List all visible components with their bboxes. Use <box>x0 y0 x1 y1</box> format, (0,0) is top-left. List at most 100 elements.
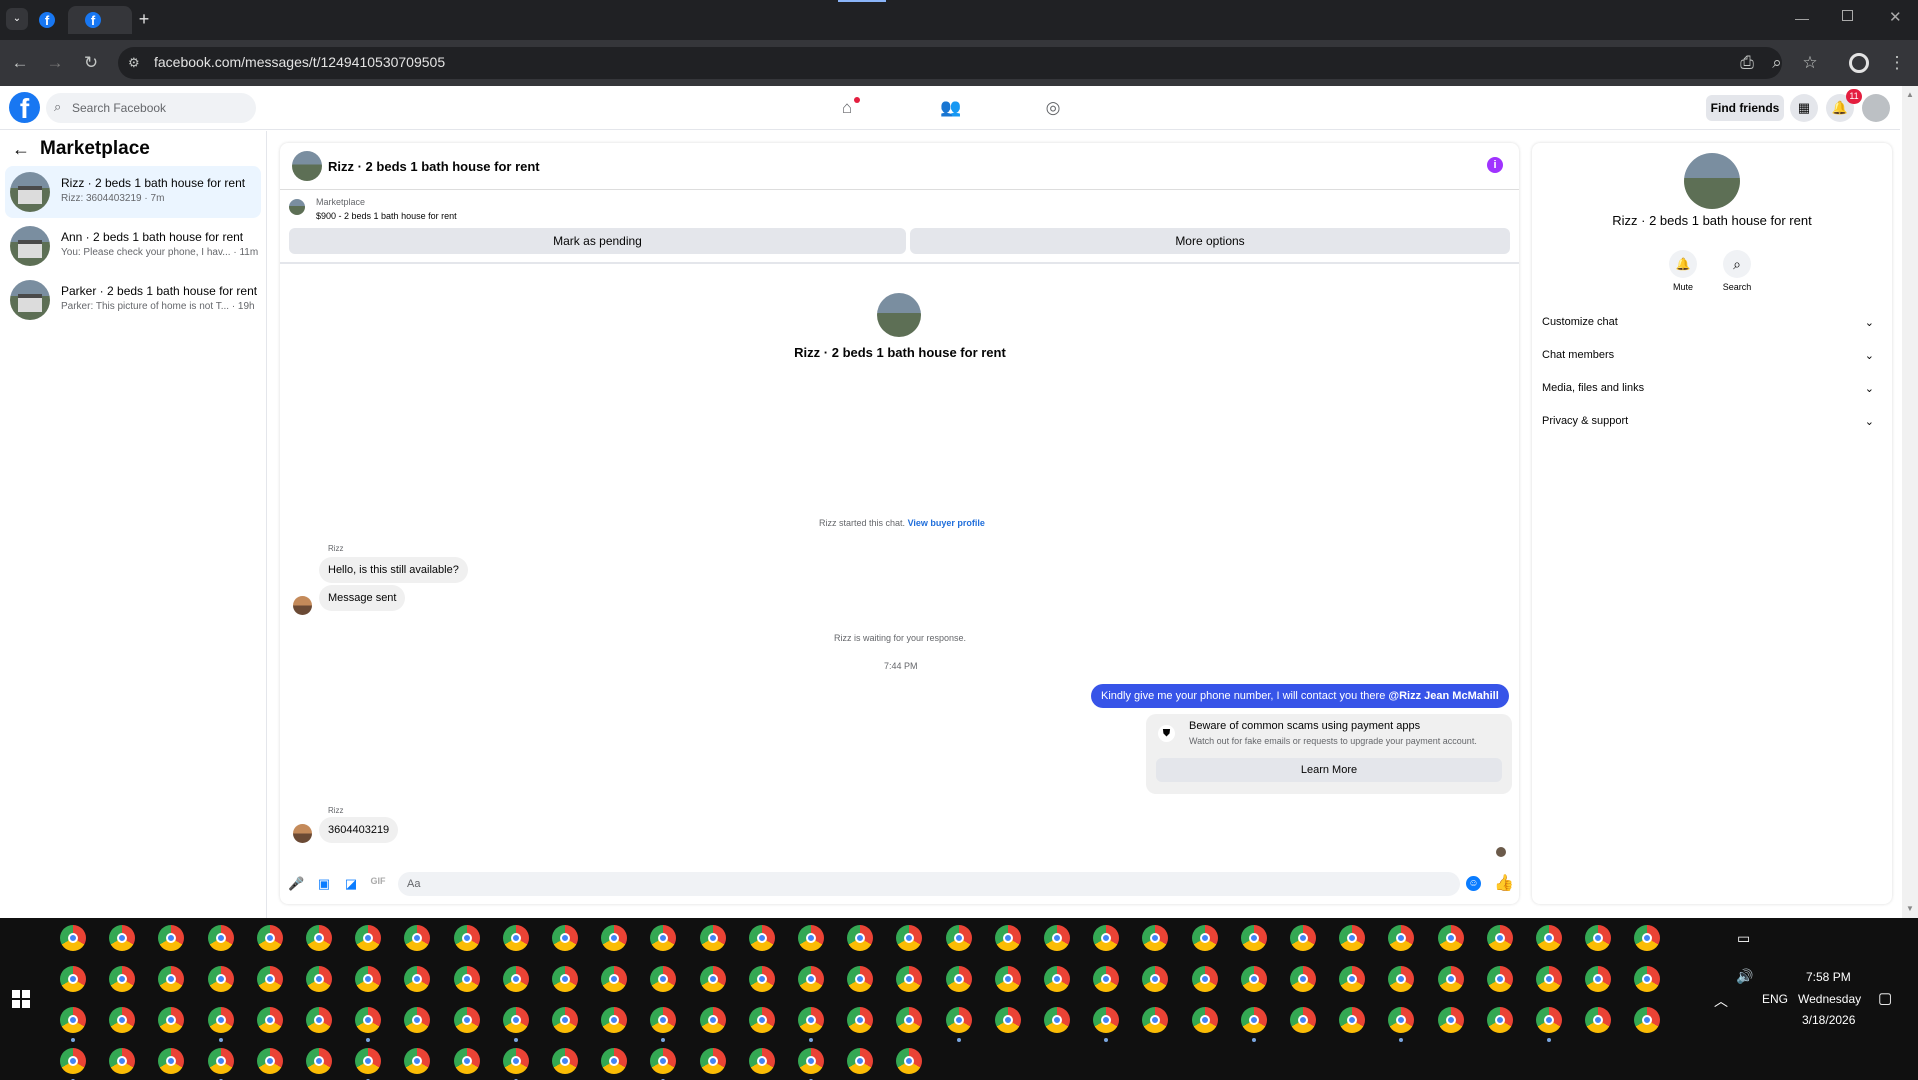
taskbar-chrome-icon[interactable] <box>1437 1007 1464 1033</box>
taskbar-chrome-icon[interactable] <box>1486 966 1513 992</box>
taskbar-chrome-icon[interactable] <box>1240 925 1267 951</box>
taskbar-chrome-icon[interactable] <box>994 925 1021 951</box>
friends-icon[interactable]: 👥 <box>938 98 964 118</box>
conversation-item-parker[interactable]: Parker · 2 beds 1 bath house for rent Pa… <box>5 274 261 326</box>
taskbar-chrome-icon[interactable] <box>994 1007 1021 1033</box>
taskbar-chrome-icon[interactable] <box>1240 1007 1267 1033</box>
taskbar-chrome-icon[interactable] <box>847 925 874 951</box>
taskbar-chrome-icon[interactable] <box>847 1007 874 1033</box>
taskbar-chrome-icon[interactable] <box>453 966 480 992</box>
more-options-button[interactable]: More options <box>910 228 1510 254</box>
outgoing-message-bubble[interactable]: Kindly give me your phone number, I will… <box>1091 684 1509 708</box>
message-bubble[interactable]: Message sent <box>319 585 406 611</box>
taskbar-chrome-icon[interactable] <box>502 925 529 951</box>
search-conversation-icon[interactable]: ⌕ <box>1723 250 1751 278</box>
taskbar-chrome-icon[interactable] <box>699 1048 726 1074</box>
browser-tab-1[interactable]: f <box>32 6 62 34</box>
taskbar-chrome-icon[interactable] <box>945 925 972 951</box>
taskbar-chrome-icon[interactable] <box>798 925 824 951</box>
taskbar-chrome-icon[interactable] <box>109 925 136 951</box>
taskbar-chrome-icon[interactable] <box>1339 1007 1366 1033</box>
close-window-button[interactable]: ✕ <box>1889 8 1902 26</box>
clock-date[interactable]: 3/18/2026 <box>1802 1013 1855 1027</box>
taskbar-chrome-icon[interactable] <box>1486 925 1513 951</box>
taskbar-chrome-icon[interactable] <box>1044 966 1070 992</box>
profile-icon[interactable] <box>1849 53 1869 73</box>
section-chat-members[interactable]: Chat members ⌄ <box>1542 349 1882 371</box>
taskbar-chrome-icon[interactable] <box>748 1007 775 1033</box>
taskbar-chrome-icon[interactable] <box>748 966 775 992</box>
conversation-item-ann[interactable]: Ann · 2 beds 1 bath house for rent You: … <box>5 220 261 272</box>
browser-tab-2[interactable]: f <box>68 6 132 34</box>
listing-thumbnail[interactable] <box>289 199 305 215</box>
url-text[interactable]: facebook.com/messages/t/1249410530709505 <box>154 54 445 70</box>
bookmark-star-icon[interactable]: ☆ <box>1799 52 1821 74</box>
taskbar-chrome-icon[interactable] <box>1044 1007 1070 1033</box>
like-thumb-icon[interactable]: 👍 <box>1494 873 1514 893</box>
taskbar-chrome-icon[interactable] <box>502 966 529 992</box>
minimize-button[interactable]: — <box>1795 10 1809 26</box>
taskbar-chrome-icon[interactable] <box>1536 925 1562 951</box>
chat-header-avatar[interactable] <box>292 151 322 181</box>
sender-avatar[interactable] <box>293 824 312 843</box>
taskbar-chrome-icon[interactable] <box>552 1048 578 1074</box>
taskbar-chrome-icon[interactable] <box>945 966 972 992</box>
taskbar-chrome-icon[interactable] <box>847 1048 874 1074</box>
taskbar-chrome-icon[interactable] <box>1585 966 1612 992</box>
taskbar-chrome-icon[interactable] <box>601 966 628 992</box>
taskbar-chrome-icon[interactable] <box>1339 925 1366 951</box>
taskbar-chrome-icon[interactable] <box>60 1007 86 1033</box>
taskbar-chrome-icon[interactable] <box>355 1048 382 1074</box>
taskbar-chrome-icon[interactable] <box>1536 966 1562 992</box>
taskbar-chrome-icon[interactable] <box>453 1048 480 1074</box>
taskbar-chrome-icon[interactable] <box>355 925 382 951</box>
taskbar-chrome-icon[interactable] <box>1191 1007 1218 1033</box>
gif-icon[interactable]: GIF <box>370 876 386 886</box>
taskbar-chrome-icon[interactable] <box>502 1007 529 1033</box>
facebook-logo[interactable]: f <box>9 92 40 123</box>
message-bubble[interactable]: Hello, is this still available? <box>319 557 468 583</box>
view-buyer-profile-link[interactable]: View buyer profile <box>908 518 985 528</box>
section-media-files-links[interactable]: Media, files and links ⌄ <box>1542 382 1882 404</box>
taskbar-chrome-icon[interactable] <box>552 966 578 992</box>
mute-bell-icon[interactable]: 🔔 <box>1669 250 1697 278</box>
taskbar-chrome-icon[interactable] <box>109 1048 136 1074</box>
show-hidden-icons[interactable]: ︿ <box>1714 991 1728 1011</box>
taskbar-chrome-icon[interactable] <box>798 1048 824 1074</box>
taskbar-chrome-icon[interactable] <box>256 1048 283 1074</box>
taskbar-chrome-icon[interactable] <box>945 1007 972 1033</box>
taskbar-chrome-icon[interactable] <box>699 1007 726 1033</box>
restore-button[interactable] <box>1842 10 1853 21</box>
taskbar-chrome-icon[interactable] <box>1191 925 1218 951</box>
taskbar-chrome-icon[interactable] <box>699 925 726 951</box>
taskbar-chrome-icon[interactable] <box>306 966 332 992</box>
page-scrollbar[interactable] <box>1902 86 1918 918</box>
taskbar-chrome-icon[interactable] <box>1339 966 1366 992</box>
taskbar-chrome-icon[interactable] <box>306 925 332 951</box>
menu-grid-icon[interactable]: ▦ <box>1790 94 1818 122</box>
volume-icon[interactable]: 🔊 <box>1736 968 1753 985</box>
install-app-icon[interactable]: ⎙ <box>1736 52 1758 74</box>
voice-clip-icon[interactable]: 🎤 <box>288 876 304 892</box>
message-input[interactable]: Aa <box>398 872 1460 896</box>
taskbar-chrome-icon[interactable] <box>1486 1007 1513 1033</box>
section-customize-chat[interactable]: Customize chat ⌄ <box>1542 316 1882 338</box>
listing-title[interactable]: $900 - 2 beds 1 bath house for rent <box>316 211 457 221</box>
taskbar-chrome-icon[interactable] <box>552 925 578 951</box>
emoji-icon[interactable]: ☺ <box>1466 876 1481 891</box>
taskbar-chrome-icon[interactable] <box>306 1048 332 1074</box>
notification-center-icon[interactable]: ▢ <box>1878 989 1892 1007</box>
taskbar-chrome-icon[interactable] <box>601 1048 628 1074</box>
taskbar-chrome-icon[interactable] <box>1290 1007 1316 1033</box>
taskbar-chrome-icon[interactable] <box>1585 1007 1612 1033</box>
taskbar-chrome-icon[interactable] <box>1585 925 1612 951</box>
taskbar-chrome-icon[interactable] <box>207 925 234 951</box>
scroll-up-icon[interactable]: ▲ <box>1906 90 1914 99</box>
scroll-down-icon[interactable]: ▼ <box>1906 904 1914 913</box>
conversation-info-icon[interactable]: i <box>1487 157 1503 173</box>
taskbar-chrome-icon[interactable] <box>1290 966 1316 992</box>
taskbar-chrome-icon[interactable] <box>109 1007 136 1033</box>
account-avatar[interactable] <box>1862 94 1890 122</box>
taskbar-chrome-icon[interactable] <box>748 1048 775 1074</box>
taskbar-chrome-icon[interactable] <box>109 966 136 992</box>
